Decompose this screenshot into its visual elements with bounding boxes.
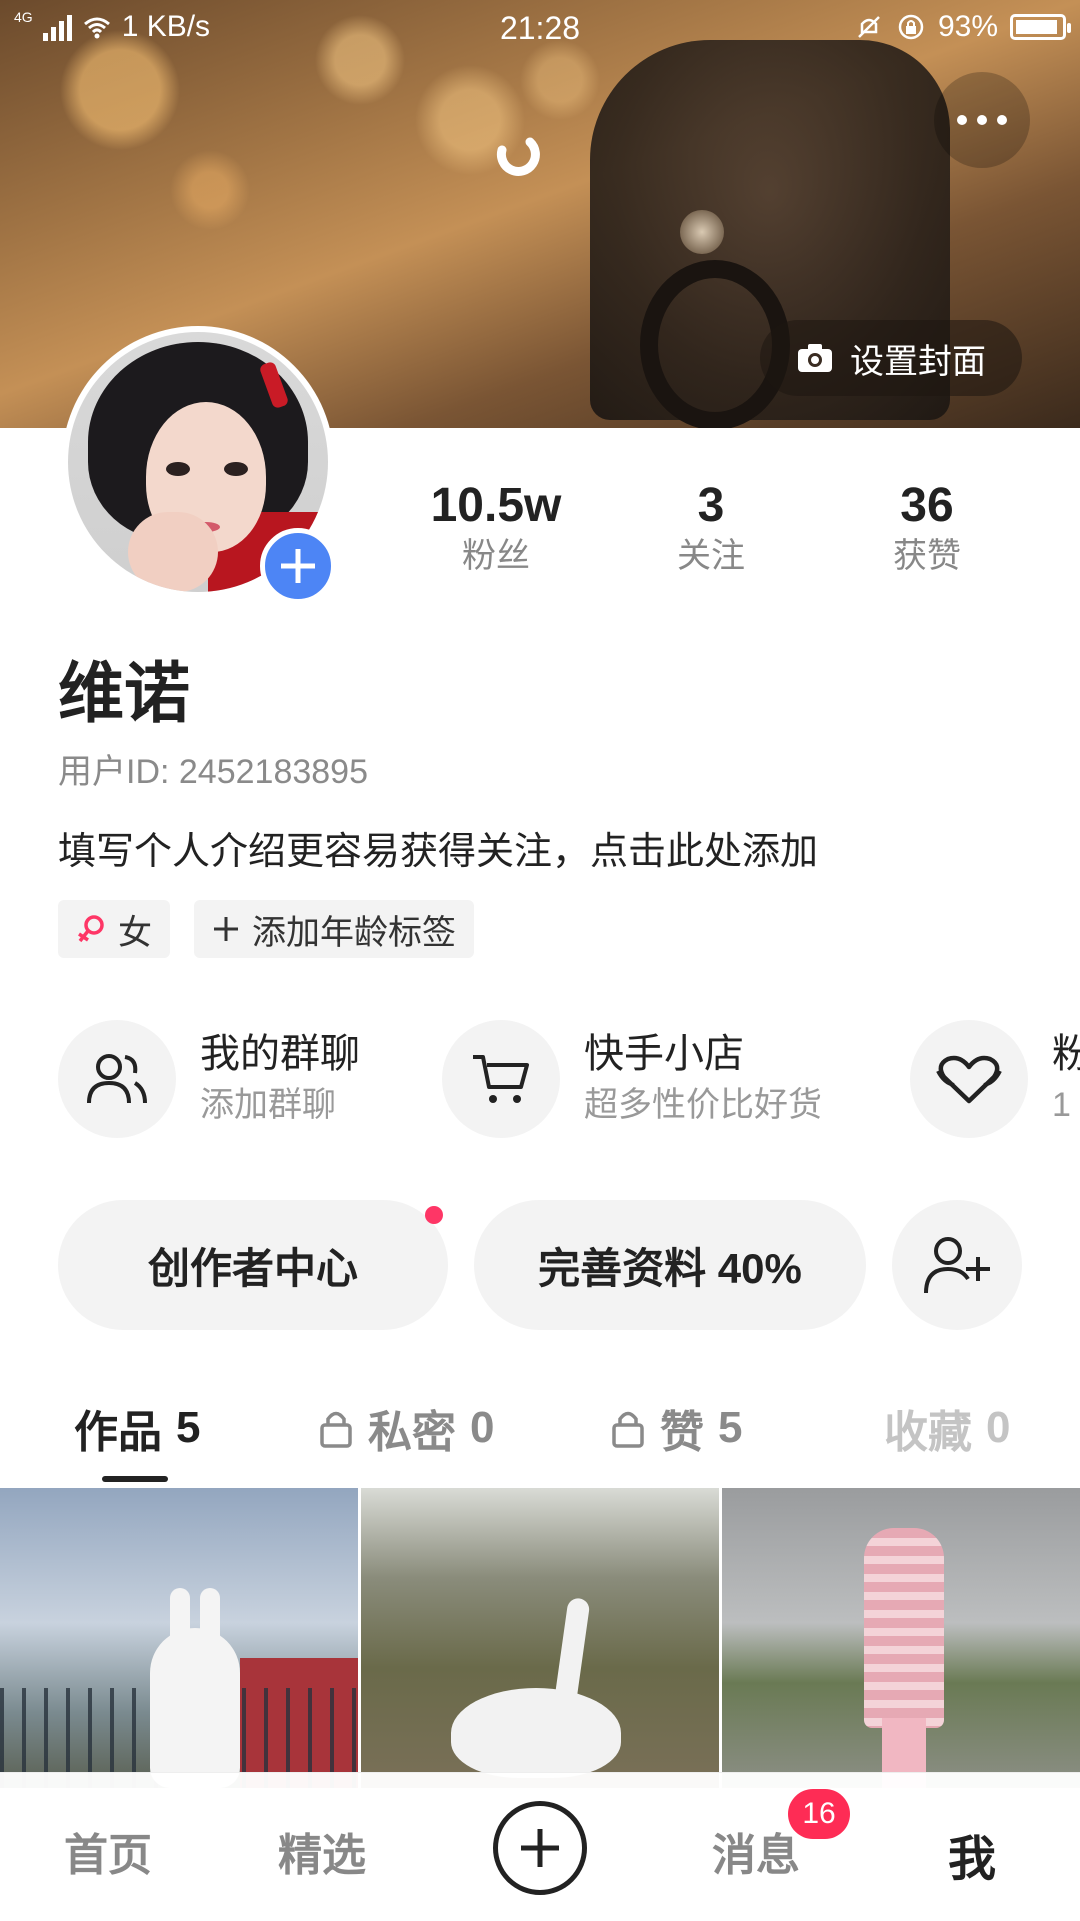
add-age-tag[interactable]: 添加年龄标签 xyxy=(194,900,474,958)
nav-messages[interactable]: 消息 xyxy=(712,1819,800,1883)
tab-count: 5 xyxy=(718,1403,743,1452)
shortcut-title: 我的群聊 xyxy=(200,1032,360,1076)
cover-scooter-lamp xyxy=(680,210,724,254)
bio-prompt[interactable]: 填写个人介绍更容易获得关注，点击此处添加 xyxy=(58,820,818,875)
plus-icon xyxy=(214,917,238,941)
nav-me[interactable]: 我 xyxy=(948,1819,996,1889)
stat-value: 36 xyxy=(900,479,954,532)
refresh-icon xyxy=(496,137,540,176)
stat-followers[interactable]: 10.5w 粉丝 xyxy=(396,478,596,578)
complete-profile-label: 完善资料 40% xyxy=(538,1244,802,1292)
notification-dot xyxy=(425,1206,443,1224)
stat-label: 获赞 xyxy=(893,537,961,575)
more-dot xyxy=(977,115,987,125)
tab-label: 作品 xyxy=(74,1408,162,1457)
shortcut-subtitle: 1 xyxy=(1052,1086,1071,1124)
bottom-nav: 首页 精选 消息 16 我 xyxy=(0,1772,1080,1921)
set-cover-label: 设置封面 xyxy=(850,342,986,381)
creator-center-button[interactable]: 创作者中心 xyxy=(58,1200,448,1330)
more-dot xyxy=(997,115,1007,125)
battery-fill xyxy=(1016,20,1057,34)
shortcut-icon-bg xyxy=(910,1020,1028,1138)
nav-featured[interactable]: 精选 xyxy=(278,1819,366,1883)
stat-likes[interactable]: 36 获赞 xyxy=(827,478,1027,578)
username: 维诺 xyxy=(58,656,190,730)
video-thumbnail[interactable] xyxy=(361,1488,719,1788)
tab-count: 0 xyxy=(986,1403,1011,1452)
add-friend-button[interactable] xyxy=(892,1200,1022,1330)
tab-label: 私密 xyxy=(368,1408,456,1457)
video-thumbnail[interactable] xyxy=(0,1488,358,1788)
tab-works[interactable]: 作品 5 xyxy=(74,1396,200,1460)
shortcut-group-chat[interactable]: 我的群聊 添加群聊 xyxy=(58,1020,360,1138)
tab-label: 赞 xyxy=(660,1408,704,1457)
add-age-tag-label: 添加年龄标签 xyxy=(252,913,456,952)
active-tab-indicator xyxy=(102,1476,168,1482)
avatar-eye xyxy=(224,462,248,476)
set-cover-button[interactable]: 设置封面 xyxy=(760,320,1022,396)
rotation-lock-icon xyxy=(898,14,924,40)
cart-icon xyxy=(473,1055,529,1103)
stat-following[interactable]: 3 关注 xyxy=(611,478,811,578)
more-dot xyxy=(957,115,967,125)
add-user-icon xyxy=(924,1237,990,1294)
profile-tags: 女 添加年龄标签 xyxy=(58,900,474,958)
status-right: 93% xyxy=(854,10,1071,44)
more-options-button[interactable] xyxy=(934,72,1030,168)
tab-count: 5 xyxy=(176,1403,201,1452)
shortcut-kuaishou-shop[interactable]: 快手小店 超多性价比好货 xyxy=(442,1020,822,1138)
stat-label: 关注 xyxy=(677,537,745,575)
user-id[interactable]: 用户ID: 2452183895 xyxy=(58,744,368,793)
avatar-eye xyxy=(166,462,190,476)
tab-label: 收藏 xyxy=(884,1408,972,1457)
avatar-hand xyxy=(128,512,218,592)
shortcut-title: 粉 xyxy=(1052,1032,1080,1076)
status-bar: 4G 1 KB/s 21:28 93% xyxy=(0,0,1080,54)
tab-count: 0 xyxy=(470,1403,495,1452)
heart-hands-icon xyxy=(936,1055,1002,1104)
shortcut-icon-bg xyxy=(442,1020,560,1138)
thumb-swan-statue xyxy=(451,1688,621,1778)
add-avatar-button[interactable] xyxy=(260,528,336,604)
tab-liked[interactable]: 赞 5 xyxy=(610,1396,742,1460)
battery-percent: 93% xyxy=(937,10,998,43)
shortcut-subtitle: 添加群聊 xyxy=(200,1086,336,1124)
female-icon xyxy=(78,915,104,943)
thumb-tower xyxy=(864,1528,944,1728)
gender-tag[interactable]: 女 xyxy=(58,900,170,958)
shortcut-icon-bg xyxy=(58,1020,176,1138)
gender-tag-label: 女 xyxy=(118,913,152,952)
complete-profile-button[interactable]: 完善资料 40% xyxy=(474,1200,866,1330)
tab-favorites[interactable]: 收藏 0 xyxy=(884,1396,1010,1460)
stat-value: 10.5w xyxy=(430,479,562,532)
shortcut-text: 粉 1 xyxy=(1052,1028,1080,1130)
battery-icon xyxy=(1010,14,1071,40)
create-button[interactable] xyxy=(493,1801,587,1895)
lock-icon xyxy=(320,1411,352,1448)
tab-private[interactable]: 私密 0 xyxy=(318,1396,494,1460)
shortcut-title: 快手小店 xyxy=(584,1032,744,1076)
stat-value: 3 xyxy=(697,479,725,532)
group-icon xyxy=(87,1054,147,1104)
thumb-rabbit-statue xyxy=(150,1628,240,1788)
creator-center-label: 创作者中心 xyxy=(147,1244,358,1292)
video-thumbnail[interactable] xyxy=(722,1488,1080,1788)
shortcut-text: 我的群聊 添加群聊 xyxy=(200,1028,360,1130)
shortcut-subtitle: 超多性价比好货 xyxy=(584,1086,822,1124)
shortcut-text: 快手小店 超多性价比好货 xyxy=(584,1028,822,1130)
message-badge: 16 xyxy=(788,1789,850,1839)
shortcut-fans[interactable]: 粉 1 xyxy=(910,1020,1080,1138)
camera-icon xyxy=(798,344,832,372)
nav-home[interactable]: 首页 xyxy=(64,1819,152,1883)
mute-icon xyxy=(858,16,880,38)
lock-icon xyxy=(612,1411,644,1448)
stat-label: 粉丝 xyxy=(462,537,530,575)
